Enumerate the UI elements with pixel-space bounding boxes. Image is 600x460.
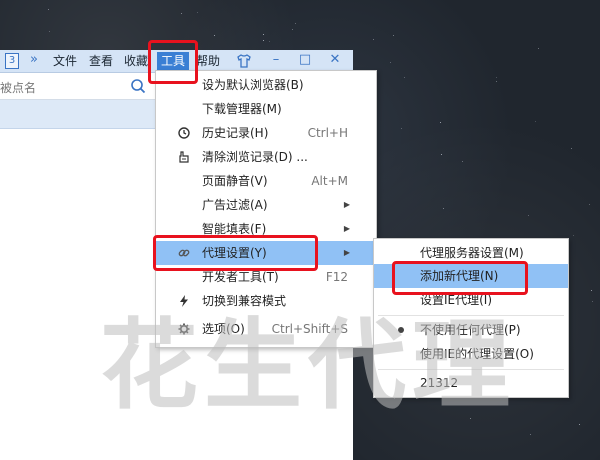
submenu-arrow-icon: ▶ bbox=[343, 200, 350, 209]
search-icon[interactable] bbox=[130, 78, 146, 94]
star-dot bbox=[591, 290, 592, 291]
star-dot bbox=[440, 122, 441, 123]
star-dot bbox=[373, 39, 374, 40]
star-dot bbox=[443, 208, 444, 209]
menu-item-download-manager[interactable]: 下载管理器(M) bbox=[156, 97, 376, 121]
star-dot bbox=[404, 77, 405, 78]
star-dot bbox=[573, 235, 574, 236]
menu-item-mute-page[interactable]: 页面静音(V) Alt+M bbox=[156, 169, 376, 193]
star-dot bbox=[263, 40, 264, 41]
star-dot bbox=[528, 215, 529, 216]
annotation-box-proxy-settings bbox=[153, 235, 318, 271]
tab-count-badge[interactable]: 3 bbox=[5, 53, 19, 69]
star-dot bbox=[181, 13, 182, 14]
star-dot bbox=[401, 128, 402, 129]
star-dot bbox=[197, 12, 198, 13]
shortcut-label: Alt+M bbox=[311, 174, 348, 188]
star-dot bbox=[592, 301, 593, 302]
menu-item-history[interactable]: 历史记录(H) Ctrl+H bbox=[156, 121, 376, 145]
menu-help[interactable]: 帮助 bbox=[196, 53, 220, 69]
eraser-icon bbox=[179, 151, 189, 163]
clock-icon bbox=[178, 127, 190, 139]
star-dot bbox=[441, 154, 442, 155]
overflow-chevron-icon[interactable]: » bbox=[30, 52, 38, 67]
star-dot bbox=[496, 77, 497, 78]
tshirt-skin-icon[interactable] bbox=[236, 53, 252, 69]
star-dot bbox=[295, 23, 296, 24]
star-dot bbox=[292, 29, 293, 30]
menu-item-ad-filter[interactable]: 广告过滤(A) ▶ bbox=[156, 193, 376, 217]
star-dot bbox=[579, 424, 580, 425]
star-dot bbox=[269, 41, 270, 42]
star-dot bbox=[49, 31, 50, 32]
search-input[interactable]: 被点名 bbox=[0, 79, 36, 96]
shortcut-label: Ctrl+H bbox=[307, 126, 348, 140]
close-button[interactable]: ✕ bbox=[327, 52, 343, 68]
annotation-box-add-new-proxy bbox=[392, 261, 528, 295]
star-dot bbox=[530, 434, 531, 435]
star-dot bbox=[538, 48, 539, 49]
star-dot bbox=[462, 161, 463, 162]
minimize-button[interactable]: – bbox=[268, 52, 284, 68]
star-dot bbox=[589, 204, 590, 205]
star-dot bbox=[48, 9, 49, 10]
submenu-arrow-icon: ▶ bbox=[343, 224, 350, 233]
watermark-text: 花生代理 bbox=[100, 309, 517, 423]
star-dot bbox=[390, 62, 391, 63]
menu-view[interactable]: 查看 bbox=[89, 53, 113, 69]
star-dot bbox=[571, 148, 572, 149]
star-dot bbox=[393, 35, 394, 36]
annotation-box-tools bbox=[148, 40, 198, 84]
star-dot bbox=[496, 81, 497, 82]
star-dot bbox=[263, 34, 264, 35]
submenu-arrow-icon: ▶ bbox=[343, 248, 350, 257]
maximize-button[interactable]: □ bbox=[297, 52, 313, 68]
menu-file[interactable]: 文件 bbox=[53, 53, 77, 69]
menu-item-clear-history[interactable]: 清除浏览记录(D) ... bbox=[156, 145, 376, 169]
star-dot bbox=[535, 121, 536, 122]
menu-favorites[interactable]: 收藏 bbox=[124, 53, 148, 69]
star-dot bbox=[214, 35, 215, 36]
